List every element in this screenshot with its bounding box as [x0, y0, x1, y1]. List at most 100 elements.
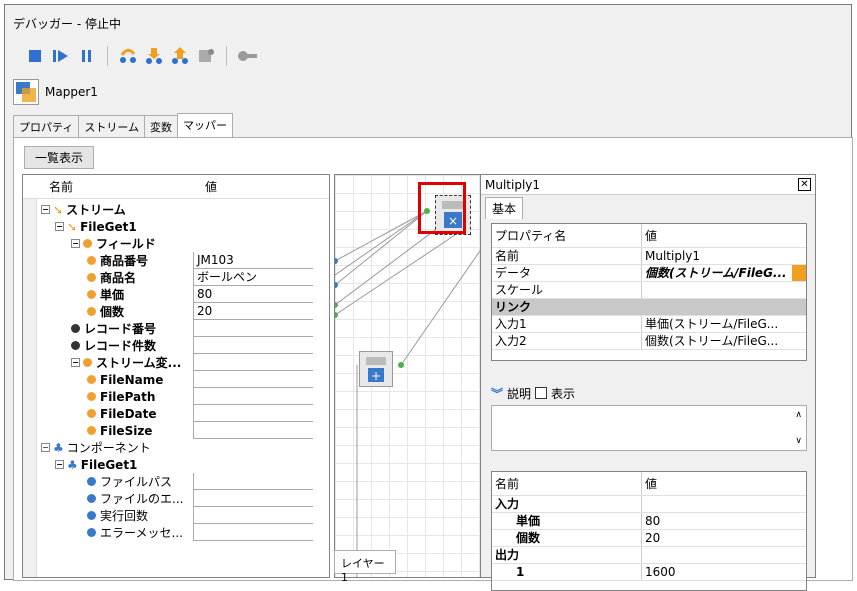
variable-row[interactable]: 個数 20 — [492, 530, 806, 547]
tree-row-field[interactable]: 商品番号 JM103 — [87, 252, 329, 269]
tree-row-component-prop[interactable]: エラーメッセ... — [87, 524, 329, 541]
chevron-down-icon[interactable]: ︾ — [491, 385, 503, 402]
add-node-icon[interactable]: + — [359, 351, 393, 387]
component-icon: ♣ — [53, 440, 64, 455]
edit-link-icon[interactable] — [792, 265, 806, 281]
stream-icon: ➘ — [53, 202, 64, 217]
window-title: デバッガー - 停止中 — [13, 17, 121, 31]
variable-icon — [87, 392, 96, 401]
tree-value — [193, 320, 313, 337]
tree-value — [193, 337, 313, 354]
stream-tree: 名前 値 − ➘ ストリーム − ➘ FileGet1 − フィールド 商品番号 JM103… — [22, 174, 330, 578]
svg-text:+: + — [371, 369, 381, 383]
tree-value: ボールペン — [193, 269, 313, 286]
collapse-icon[interactable]: − — [41, 205, 50, 214]
tree-value — [193, 490, 313, 507]
tree-row-field[interactable]: 商品名 ボールペン — [87, 269, 329, 286]
step-over-icon[interactable] — [118, 46, 138, 66]
collapse-icon[interactable]: − — [71, 239, 80, 248]
dialog-title: Multiply1 — [485, 177, 541, 192]
tree-row-stream-var[interactable]: FilePath — [87, 388, 329, 405]
field-icon — [87, 290, 96, 299]
tree-row-component-prop[interactable]: ファイルパス — [87, 473, 329, 490]
variable-grid: 名前 値 入力 単価 80 個数 20 出力 1 1600 — [491, 471, 807, 591]
close-icon[interactable]: ✕ — [798, 178, 811, 191]
property-icon — [87, 528, 96, 537]
property-icon — [87, 477, 96, 486]
tree-row-field[interactable]: 個数 20 — [87, 303, 329, 320]
description-box[interactable]: ∧ ∨ — [491, 405, 807, 451]
step-into-icon[interactable] — [144, 46, 164, 66]
list-view-button[interactable]: 一覧表示 — [24, 146, 95, 169]
stream-icon: ➘ — [67, 219, 78, 234]
toolbar-separator — [107, 46, 108, 66]
property-value-header: 値 — [645, 229, 658, 243]
tree-header-value: 値 — [205, 180, 218, 194]
collapse-icon[interactable]: − — [41, 443, 50, 452]
tree-value — [193, 405, 313, 422]
scroll-down-icon[interactable]: ∨ — [795, 436, 802, 446]
tree-value — [193, 422, 313, 439]
tree-header: 名前 値 — [23, 175, 329, 199]
property-row[interactable]: 入力1 単価(ストリーム/FileG... — [492, 316, 806, 333]
tree-row-fields[interactable]: − フィールド — [71, 235, 329, 252]
scroll-up-icon[interactable]: ∧ — [795, 410, 802, 420]
breakpoint-icon[interactable] — [237, 46, 257, 66]
stop-icon[interactable] — [25, 46, 45, 66]
mapping-canvas[interactable]: × + — [334, 174, 490, 578]
field-icon — [87, 256, 96, 265]
property-row[interactable]: スケール — [492, 282, 806, 299]
variable-row[interactable]: 単価 80 — [492, 513, 806, 530]
tree-row-stream-vars[interactable]: − ストリーム変... — [71, 354, 329, 371]
property-icon — [87, 494, 96, 503]
tree-row-component-prop[interactable]: 実行回数 — [87, 507, 329, 524]
tree-value — [193, 507, 313, 524]
property-row[interactable]: 名前 Multiply1 — [492, 248, 806, 265]
variable-row-input[interactable]: 入力 — [492, 496, 806, 513]
tree-row-record-number[interactable]: レコード番号 — [71, 320, 329, 337]
property-name-header: プロパティ名 — [492, 224, 642, 247]
show-label: 表示 — [551, 386, 576, 401]
tab-mapper[interactable]: マッパー — [177, 113, 234, 138]
dialog-titlebar: Multiply1 ✕ — [481, 175, 815, 195]
tree-row-stream-var[interactable]: FileName — [87, 371, 329, 388]
field-group-icon — [83, 239, 92, 248]
description-header: ︾ 説明 表示 — [491, 383, 807, 403]
tree-row-components[interactable]: − ♣ コンポーネント — [41, 439, 329, 456]
tree-scrollbar[interactable] — [23, 199, 37, 577]
component-icon: ♣ — [67, 457, 78, 472]
tree-row-fileget[interactable]: − ➘ FileGet1 — [55, 218, 329, 235]
tree-row-stream-var[interactable]: FileSize — [87, 422, 329, 439]
collapse-icon[interactable]: − — [55, 222, 64, 231]
property-row[interactable]: データ 個数(ストリーム/FileG... — [492, 265, 806, 282]
property-grid: プロパティ名 値 名前 Multiply1 データ 個数(ストリーム/FileG..… — [491, 223, 807, 361]
tree-row-component-prop[interactable]: ファイルのエ... — [87, 490, 329, 507]
tree-row-field[interactable]: 単価 80 — [87, 286, 329, 303]
tree-value — [193, 354, 313, 371]
tree-row-stream[interactable]: − ➘ ストリーム — [41, 201, 329, 218]
tab-basic[interactable]: 基本 — [485, 197, 524, 219]
tree-row-component-fileget[interactable]: − ♣ FileGet1 — [55, 456, 329, 473]
step-icon[interactable] — [51, 46, 71, 66]
pause-icon[interactable] — [77, 46, 97, 66]
collapse-icon[interactable]: − — [55, 460, 64, 469]
tree-value — [193, 371, 313, 388]
run-to-cursor-icon[interactable] — [196, 46, 216, 66]
variable-value-header: 値 — [645, 477, 658, 491]
toolbar-separator — [226, 46, 227, 66]
property-row[interactable]: 入力2 個数(ストリーム/FileG... — [492, 333, 806, 350]
step-out-icon[interactable] — [170, 46, 190, 66]
record-icon — [71, 324, 80, 333]
tree-row-stream-var[interactable]: FileDate — [87, 405, 329, 422]
show-checkbox[interactable] — [535, 387, 548, 399]
tree-value: 80 — [193, 286, 313, 303]
selected-node-highlight — [418, 182, 466, 234]
variable-row-output[interactable]: 出力 — [492, 547, 806, 564]
variable-icon — [87, 426, 96, 435]
layer-tab[interactable]: レイヤー1 — [334, 550, 396, 584]
tree-row-record-count[interactable]: レコード件数 — [71, 337, 329, 354]
tree-value — [193, 524, 313, 541]
variable-row[interactable]: 1 1600 — [492, 564, 806, 581]
collapse-icon[interactable]: − — [71, 358, 80, 367]
properties-dialog: Multiply1 ✕ 基本 プロパティ名 値 名前 Multiply1 データ個… — [480, 174, 816, 591]
